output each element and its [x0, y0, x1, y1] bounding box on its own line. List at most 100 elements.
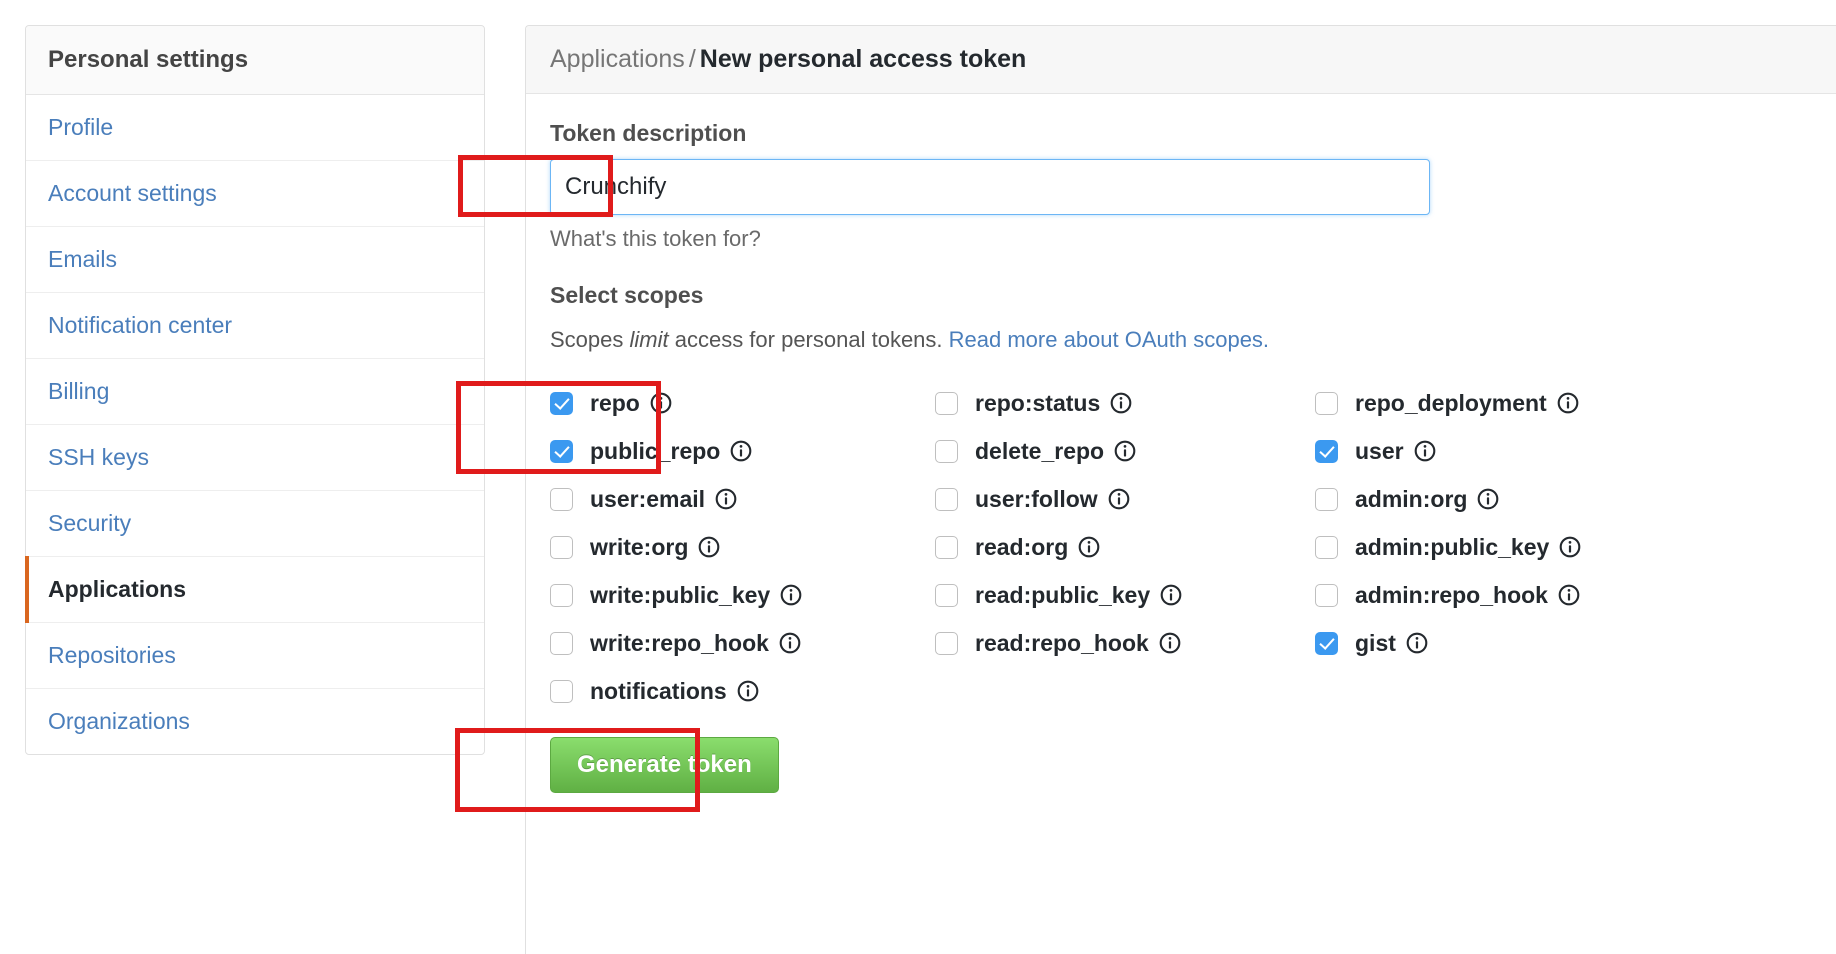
info-icon[interactable]	[1558, 584, 1580, 606]
scope-checkbox[interactable]	[935, 391, 958, 415]
scope-checkbox[interactable]	[550, 439, 573, 463]
scope-admin-repo-hook[interactable]: admin:repo_hook	[1315, 571, 1695, 619]
scope-read-repo-hook[interactable]: read:repo_hook	[935, 619, 1315, 667]
info-icon[interactable]	[1406, 632, 1428, 654]
scope-write-org[interactable]: write:org	[550, 523, 935, 571]
info-icon[interactable]	[1108, 488, 1130, 510]
info-icon[interactable]	[1159, 632, 1181, 654]
scope-gist[interactable]: gist	[1315, 619, 1695, 667]
scope-notifications[interactable]: notifications	[550, 667, 935, 715]
scope-checkbox[interactable]	[550, 583, 573, 607]
scope-user[interactable]: user	[1315, 427, 1695, 475]
info-icon[interactable]	[737, 680, 759, 702]
sidebar-item-organizations[interactable]: Organizations	[26, 689, 484, 754]
scopes-description: Scopes limit access for personal tokens.…	[550, 327, 1812, 353]
scope-checkbox[interactable]	[550, 535, 573, 559]
scope-label: admin:org	[1355, 485, 1468, 512]
scope-admin-public-key[interactable]: admin:public_key	[1315, 523, 1695, 571]
info-icon[interactable]	[1114, 440, 1136, 462]
sidebar-item-label: Profile	[48, 114, 114, 140]
oauth-scopes-link[interactable]: Read more about OAuth scopes.	[949, 327, 1269, 352]
main-body: Token description What's this token for?…	[526, 94, 1836, 793]
scope-checkbox[interactable]	[935, 487, 958, 511]
info-icon[interactable]	[730, 440, 752, 462]
info-icon[interactable]	[698, 536, 720, 558]
scope-checkbox[interactable]	[550, 631, 573, 655]
sidebar-item-label: Emails	[48, 246, 118, 272]
scope-user-follow[interactable]: user:follow	[935, 475, 1315, 523]
scope-read-org[interactable]: read:org	[935, 523, 1315, 571]
info-icon[interactable]	[1414, 440, 1436, 462]
scope-checkbox[interactable]	[935, 631, 958, 655]
scope-repo-deployment[interactable]: repo_deployment	[1315, 379, 1695, 427]
sidebar-item-emails[interactable]: Emails	[26, 227, 484, 293]
breadcrumb-parent[interactable]: Applications	[550, 45, 685, 73]
scope-grid-spacer	[1315, 667, 1695, 715]
scope-label: user	[1355, 437, 1404, 464]
scope-checkbox[interactable]	[1315, 535, 1338, 559]
generate-token-button[interactable]: Generate token	[550, 737, 779, 793]
scope-label: repo:status	[975, 389, 1101, 416]
scope-checkbox[interactable]	[935, 583, 958, 607]
scope-label: write:org	[590, 533, 689, 560]
sidebar-item-label: Repositories	[48, 642, 176, 668]
scope-checkbox[interactable]	[550, 391, 573, 415]
scope-user-email[interactable]: user:email	[550, 475, 935, 523]
scope-write-public-key[interactable]: write:public_key	[550, 571, 935, 619]
scope-read-public-key[interactable]: read:public_key	[935, 571, 1315, 619]
sidebar-item-billing[interactable]: Billing	[26, 359, 484, 425]
scopes-grid: repo repo:status repo_deployment public_	[550, 379, 1812, 715]
sidebar-item-label: Organizations	[48, 708, 190, 734]
info-icon[interactable]	[1557, 392, 1579, 414]
info-icon[interactable]	[1160, 584, 1182, 606]
scope-admin-org[interactable]: admin:org	[1315, 475, 1695, 523]
info-icon[interactable]	[715, 488, 737, 510]
sidebar-item-profile[interactable]: Profile	[26, 95, 484, 161]
scope-repo[interactable]: repo	[550, 379, 935, 427]
scopes-description-emphasis: limit	[629, 327, 669, 352]
scope-label: write:repo_hook	[590, 629, 769, 656]
token-description-input[interactable]	[550, 159, 1430, 215]
sidebar-item-label: Notification center	[48, 312, 233, 338]
scope-delete-repo[interactable]: delete_repo	[935, 427, 1315, 475]
scope-checkbox[interactable]	[935, 535, 958, 559]
personal-settings-sidebar: Personal settings Profile Account settin…	[25, 25, 485, 755]
info-icon[interactable]	[1477, 488, 1499, 510]
scope-checkbox[interactable]	[550, 487, 573, 511]
info-icon[interactable]	[1110, 392, 1132, 414]
sidebar-item-repositories[interactable]: Repositories	[26, 623, 484, 689]
breadcrumb-separator: /	[688, 45, 696, 73]
sidebar-item-applications[interactable]: Applications	[25, 556, 484, 623]
scope-checkbox[interactable]	[1315, 391, 1338, 415]
info-icon[interactable]	[650, 392, 672, 414]
scope-label: notifications	[590, 677, 727, 704]
scope-checkbox[interactable]	[1315, 439, 1338, 463]
info-icon[interactable]	[780, 584, 802, 606]
scope-checkbox[interactable]	[1315, 631, 1338, 655]
scope-label: gist	[1355, 629, 1396, 656]
scope-write-repo-hook[interactable]: write:repo_hook	[550, 619, 935, 667]
scope-label: public_repo	[590, 437, 721, 464]
scope-checkbox[interactable]	[1315, 583, 1338, 607]
sidebar-item-security[interactable]: Security	[26, 491, 484, 557]
token-description-label: Token description	[550, 120, 747, 146]
info-icon[interactable]	[1078, 536, 1100, 558]
sidebar-header: Personal settings	[26, 26, 484, 95]
scope-grid-spacer	[935, 667, 1315, 715]
info-icon[interactable]	[1559, 536, 1581, 558]
breadcrumb: Applications / New personal access token	[526, 26, 1836, 94]
scopes-description-prefix: Scopes	[550, 327, 630, 352]
scope-checkbox[interactable]	[1315, 487, 1338, 511]
scope-checkbox[interactable]	[935, 439, 958, 463]
scope-label: read:public_key	[975, 581, 1151, 608]
settings-page: Personal settings Profile Account settin…	[0, 0, 1836, 954]
sidebar-item-ssh-keys[interactable]: SSH keys	[26, 425, 484, 491]
scope-repo-status[interactable]: repo:status	[935, 379, 1315, 427]
sidebar-item-account-settings[interactable]: Account settings	[26, 161, 484, 227]
info-icon[interactable]	[779, 632, 801, 654]
sidebar-item-notification-center[interactable]: Notification center	[26, 293, 484, 359]
scope-checkbox[interactable]	[550, 679, 573, 703]
scope-label: write:public_key	[590, 581, 771, 608]
scope-public-repo[interactable]: public_repo	[550, 427, 935, 475]
select-scopes-title: Select scopes	[550, 282, 704, 308]
